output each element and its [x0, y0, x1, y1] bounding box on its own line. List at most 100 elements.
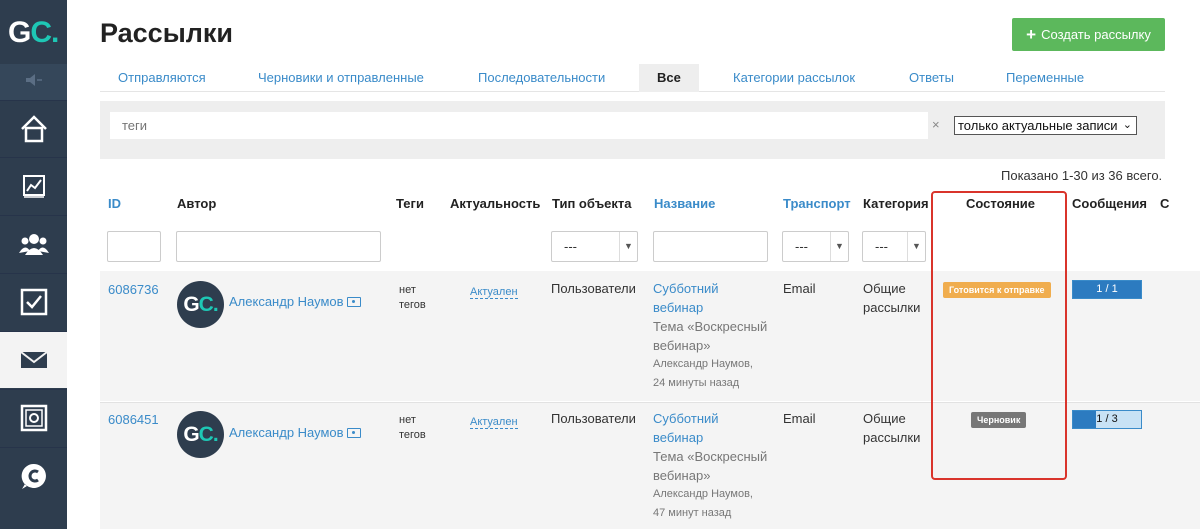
id-card-icon[interactable]	[346, 428, 361, 438]
column-messages: Сообщения	[1072, 196, 1147, 211]
status-badge: Черновик	[971, 412, 1027, 428]
plus-icon: +	[1026, 24, 1037, 44]
transport-cell: Email	[783, 411, 816, 426]
category-text: рассылки	[863, 300, 921, 315]
mailing-subject: Тема «Воскресный вебинар»	[653, 449, 768, 483]
logo[interactable]: GC.	[0, 0, 67, 64]
transport-cell: Email	[783, 281, 816, 296]
column-id[interactable]: ID	[108, 196, 121, 211]
chevron-down-icon: ▼	[619, 232, 637, 261]
name-cell: Субботний вебинар Тема «Воскресный вебинар…	[653, 409, 778, 523]
tab-variables[interactable]: Переменные	[988, 64, 1102, 92]
sidebar-item-users[interactable]	[0, 215, 67, 272]
author-cell: Александр Наумов	[229, 292, 361, 311]
table-row[interactable]: 6086451 GC. Александр Наумов нет тегов А…	[100, 402, 1200, 529]
column-state: Состояние	[966, 196, 1036, 211]
actuality-filter-select[interactable]: только актуальные записи ⌄	[954, 116, 1137, 135]
users-icon	[18, 234, 49, 255]
tags-text: нет	[399, 284, 416, 296]
status-badge: Готовится к отправке	[943, 282, 1051, 298]
column-extra: С	[1160, 196, 1170, 211]
tab-sending[interactable]: Отправляются	[100, 64, 224, 92]
column-name[interactable]: Название	[654, 196, 715, 211]
tab-answers[interactable]: Ответы	[891, 64, 972, 92]
column-object-type: Тип объекта	[552, 196, 632, 211]
mailing-title-link[interactable]: Субботний вебинар	[653, 279, 778, 317]
actuality-cell: Актуален	[470, 281, 518, 302]
speaker-icon[interactable]	[0, 64, 67, 100]
actuality-cell: Актуален	[470, 411, 518, 432]
tags-text: тегов	[399, 299, 426, 311]
sidebar-item-chat[interactable]	[0, 447, 67, 504]
chart-icon	[22, 175, 45, 198]
sidebar-item-tasks[interactable]	[0, 273, 67, 330]
actuality-link[interactable]: Актуален	[470, 286, 518, 299]
mailing-title-link[interactable]: Субботний вебинар	[653, 409, 778, 447]
row-id-link[interactable]: 6086451	[108, 410, 159, 429]
create-mailing-button[interactable]: + Создать рассылку	[1012, 18, 1165, 51]
results-count: Показано 1-30 из 36 всего.	[1001, 168, 1163, 183]
tags-text: тегов	[399, 429, 426, 441]
sidebar-item-mail[interactable]	[0, 331, 67, 388]
actuality-filter-value: только актуальные записи	[958, 118, 1118, 133]
name-cell: Субботний вебинар Тема «Воскресный вебинар…	[653, 279, 778, 393]
safe-icon	[20, 404, 47, 432]
tasks-icon	[20, 288, 47, 316]
sidebar-item-stats[interactable]	[0, 157, 67, 214]
chat-icon	[21, 463, 46, 489]
avatar: GC.	[177, 411, 224, 458]
object-type-cell: Пользователи	[551, 281, 636, 296]
mailing-subject: Тема «Воскресный вебинар»	[653, 319, 768, 353]
category-cell: Общие рассылки	[863, 409, 920, 447]
table-row[interactable]: 6086736 GC. Александр Наумов нет тегов А…	[100, 271, 1200, 401]
category-filter-value: ---	[875, 239, 888, 254]
tags-cell: нет тегов	[399, 283, 426, 313]
id-card-icon[interactable]	[346, 297, 361, 307]
create-mailing-label: Создать рассылку	[1041, 27, 1151, 42]
column-tags: Теги	[396, 196, 424, 211]
transport-filter-select[interactable]: --- ▼	[782, 231, 849, 262]
sidebar: GC.	[0, 0, 67, 529]
tabs: Отправляются Черновики и отправленные По…	[100, 64, 1165, 92]
category-text: Общие	[863, 411, 906, 426]
author-link[interactable]: Александр Наумов	[229, 425, 344, 440]
page-title: Рассылки	[100, 18, 234, 48]
avatar: GC.	[177, 281, 224, 328]
object-type-cell: Пользователи	[551, 411, 636, 426]
messages-progress[interactable]: 1 / 1	[1072, 280, 1142, 299]
object-type-filter-select[interactable]: --- ▼	[551, 231, 638, 262]
mail-icon	[19, 351, 48, 368]
column-actuality: Актуальность	[450, 196, 541, 211]
category-cell: Общие рассылки	[863, 279, 920, 317]
messages-progress[interactable]: 1 / 3	[1072, 410, 1142, 429]
author-cell: Александр Наумов	[229, 423, 361, 442]
filter-panel: × только актуальные записи ⌄	[100, 101, 1165, 159]
mailing-meta: Александр Наумов, 24 минуты назад	[653, 358, 753, 389]
chevron-down-icon: ▼	[907, 232, 925, 261]
logo-text: GC.	[8, 16, 59, 49]
tab-drafts-sent[interactable]: Черновики и отправленные	[240, 64, 442, 92]
row-id-link[interactable]: 6086736	[108, 280, 159, 299]
tags-text: нет	[399, 414, 416, 426]
category-filter-select[interactable]: --- ▼	[862, 231, 926, 262]
home-icon	[20, 115, 47, 143]
clear-tags-icon[interactable]: ×	[932, 117, 940, 132]
messages-count: 1 / 1	[1096, 283, 1118, 295]
id-filter-input[interactable]	[107, 231, 161, 262]
tab-all[interactable]: Все	[639, 64, 699, 92]
name-filter-input[interactable]	[653, 231, 768, 262]
actuality-link[interactable]: Актуален	[470, 416, 518, 429]
sidebar-item-home[interactable]	[0, 100, 67, 157]
tab-categories[interactable]: Категории рассылок	[715, 64, 873, 92]
tags-input[interactable]	[110, 112, 928, 139]
tags-cell: нет тегов	[399, 413, 426, 443]
mailing-meta: Александр Наумов, 47 минут назад	[653, 488, 753, 519]
author-link[interactable]: Александр Наумов	[229, 294, 344, 309]
sidebar-item-safe[interactable]	[0, 389, 67, 446]
tab-sequences[interactable]: Последовательности	[460, 64, 623, 92]
column-category: Категория	[863, 196, 929, 211]
messages-count: 1 / 3	[1096, 413, 1118, 425]
category-text: рассылки	[863, 430, 921, 445]
column-transport[interactable]: Транспорт	[783, 196, 851, 211]
author-filter-input[interactable]	[176, 231, 381, 262]
